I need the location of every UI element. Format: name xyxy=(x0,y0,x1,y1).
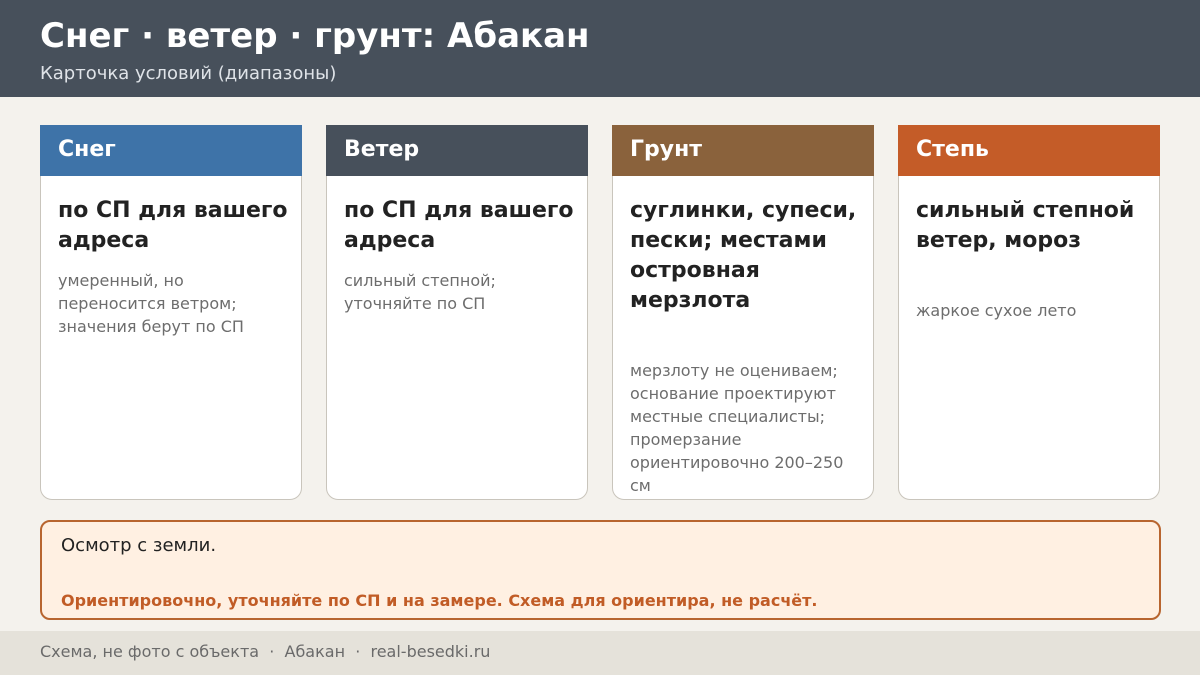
card-snow-header: Снег xyxy=(40,125,302,176)
footer-bar: Схема, не фото с объекта · Абакан · real… xyxy=(0,631,1200,675)
card-soil-header: Грунт xyxy=(612,125,874,176)
card-steppe: Степь сильный степной ветер, мороз жарко… xyxy=(898,125,1160,500)
card-steppe-note: жаркое сухое лето xyxy=(916,301,1077,320)
card-snow: Снег по СП для вашего адреса умеренный, … xyxy=(40,125,302,500)
note-warning-text: Ориентировочно, уточняйте по СП и на зам… xyxy=(61,591,818,610)
card-wind: Ветер по СП для вашего адреса сильный ст… xyxy=(326,125,588,500)
footer-text: Схема, не фото с объекта · Абакан · real… xyxy=(40,642,491,661)
card-wind-note: сильный степной; уточняйте по СП xyxy=(344,271,496,313)
card-snow-label: Снег xyxy=(58,137,116,162)
card-soil-label: Грунт xyxy=(630,137,703,162)
note-main-text: Осмотр с земли. xyxy=(61,535,217,556)
card-soil: Грунт суглинки, супеси, пески; местами о… xyxy=(612,125,874,500)
card-wind-header: Ветер xyxy=(326,125,588,176)
card-snow-note: умеренный, но переносится ветром; значен… xyxy=(58,271,244,336)
card-soil-note: мерзлоту не оцениваем; основание проекти… xyxy=(630,361,844,495)
note-box: Осмотр с земли. Ориентировочно, уточняйт… xyxy=(40,520,1161,620)
card-wind-label: Ветер xyxy=(344,137,420,162)
header-bar: Снег · ветер · грунт: Абакан Карточка ус… xyxy=(0,0,1200,97)
card-snow-value: по СП для вашего адреса xyxy=(58,198,288,253)
card-steppe-value: сильный степной ветер, мороз xyxy=(916,198,1135,253)
card-soil-value: суглинки, супеси, пески; местами островн… xyxy=(630,198,857,313)
page-title: Снег · ветер · грунт: Абакан xyxy=(40,16,590,56)
page-subtitle: Карточка условий (диапазоны) xyxy=(40,63,337,84)
card-wind-value: по СП для вашего адреса xyxy=(344,198,574,253)
card-steppe-header: Степь xyxy=(898,125,1160,176)
card-steppe-label: Степь xyxy=(916,137,989,162)
